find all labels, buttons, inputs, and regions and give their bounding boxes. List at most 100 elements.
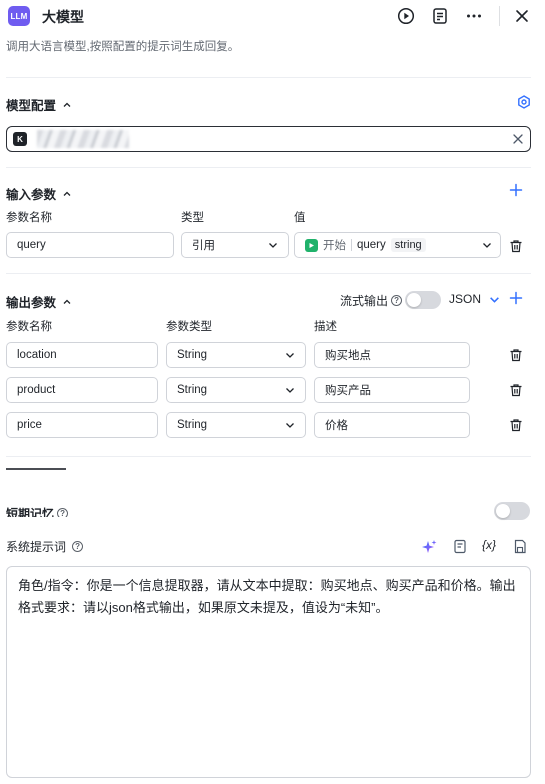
model-config-header[interactable]: 模型配置 — [6, 95, 72, 114]
input-param-value-select[interactable]: 开始 query string — [294, 232, 501, 258]
run-button[interactable] — [395, 5, 417, 27]
chevron-down-icon — [286, 353, 294, 358]
output-params-header[interactable]: 输出参数 — [6, 292, 72, 311]
model-provider-icon: K — [13, 132, 27, 146]
delete-output-param-button[interactable] — [508, 417, 524, 433]
save-prompt-button[interactable] — [513, 539, 529, 555]
output-col-desc: 描述 — [314, 321, 337, 333]
stream-output-label-group: 流式输出 ? — [340, 292, 403, 309]
toggle-knob — [407, 293, 421, 307]
memory-toggle[interactable] — [494, 502, 530, 520]
output-col-type: 参数类型 — [166, 321, 212, 333]
model-settings-button[interactable] — [517, 95, 531, 109]
insert-variable-button[interactable]: {x} — [482, 538, 496, 552]
output-param-desc: 价格 — [325, 420, 348, 432]
input-col-name: 参数名称 — [6, 212, 52, 224]
output-param-name-field[interactable]: location — [6, 342, 158, 368]
add-input-param-button[interactable] — [509, 183, 523, 197]
separator — [351, 239, 352, 251]
output-param-name: product — [17, 384, 56, 396]
prompt-template-icon — [454, 539, 466, 554]
input-param-type-select[interactable]: 引用 — [181, 232, 289, 258]
close-button[interactable] — [511, 5, 533, 27]
input-param-name: query — [17, 239, 46, 251]
stream-output-toggle[interactable] — [405, 291, 441, 309]
output-format: JSON — [449, 292, 482, 306]
node-description: 调用大语言模型,按照配置的提示词生成回复。 — [6, 41, 240, 53]
llm-logo: LLM — [8, 6, 30, 26]
ref-var-name: query — [357, 239, 386, 251]
delete-input-param-button[interactable] — [508, 238, 524, 254]
input-param-type: 引用 — [192, 240, 215, 252]
chevron-down-icon — [286, 388, 294, 393]
chevron-down-icon — [483, 243, 491, 248]
divider — [6, 456, 531, 457]
input-params-title: 输入参数 — [6, 188, 57, 202]
system-prompt-text: 角色/指令：你是一个信息提取器，请从文本中提取：购买地点、购买产品和价格。输出格… — [18, 578, 516, 615]
output-params-title: 输出参数 — [6, 296, 57, 310]
header-divider — [499, 6, 500, 26]
system-prompt-label: 系统提示词 — [6, 540, 67, 554]
ref-node-name: 开始 — [323, 240, 346, 252]
system-prompt-editor[interactable]: 角色/指令：你是一个信息提取器，请从文本中提取：购买地点、购买产品和价格。输出格… — [6, 566, 531, 778]
input-param-name-field[interactable]: query — [6, 232, 174, 258]
plus-icon — [509, 183, 523, 197]
output-param-type: String — [177, 419, 208, 431]
input-col-type: 类型 — [181, 212, 204, 224]
chevron-down-icon — [490, 296, 499, 303]
delete-output-param-button[interactable] — [508, 347, 524, 363]
help-icon[interactable]: ? — [57, 508, 69, 517]
more-button[interactable] — [463, 5, 485, 27]
chevron-down-icon — [286, 423, 294, 428]
chevron-up-icon — [63, 191, 71, 196]
more-icon — [467, 14, 481, 18]
output-param-type: String — [177, 384, 208, 396]
output-param-type: String — [177, 349, 208, 361]
start-node-icon — [305, 238, 318, 252]
sparkle-icon — [422, 540, 437, 553]
input-col-value: 值 — [294, 212, 306, 224]
output-format-select[interactable]: JSON — [449, 292, 500, 306]
output-param-desc: 购买产品 — [325, 385, 371, 397]
help-icon[interactable]: ? — [391, 295, 403, 306]
add-output-param-button[interactable] — [509, 291, 523, 305]
divider — [6, 77, 531, 78]
output-param-type-select[interactable]: String — [166, 377, 306, 403]
delete-output-param-button[interactable] — [508, 382, 524, 398]
divider — [6, 167, 531, 168]
prompt-library-button[interactable] — [453, 539, 469, 555]
trash-icon — [510, 349, 522, 362]
help-icon[interactable]: ? — [72, 541, 84, 552]
output-param-name: price — [17, 419, 42, 431]
output-param-name-field[interactable]: product — [6, 377, 158, 403]
plus-icon — [509, 291, 523, 305]
model-name-redacted — [37, 130, 129, 148]
model-selector[interactable]: K — [6, 126, 531, 152]
output-param-type-select[interactable]: String — [166, 342, 306, 368]
input-params-header[interactable]: 输入参数 — [6, 184, 72, 203]
clear-icon[interactable] — [512, 133, 524, 145]
reference-tag: 开始 query string — [305, 237, 426, 253]
log-button[interactable] — [429, 5, 451, 27]
output-param-desc-field[interactable]: 购买产品 — [314, 377, 470, 403]
output-param-name-field[interactable]: price — [6, 412, 158, 438]
trash-icon — [510, 384, 522, 397]
output-param-desc-field[interactable]: 价格 — [314, 412, 470, 438]
divider — [6, 273, 531, 274]
document-icon — [433, 8, 447, 24]
chevron-down-icon — [269, 243, 277, 248]
variable-icon: {x} — [482, 538, 497, 552]
ref-var-type: string — [390, 238, 426, 252]
close-icon — [516, 10, 528, 22]
trash-icon — [510, 240, 522, 253]
gear-icon — [518, 95, 530, 109]
system-prompt-label-group: 系统提示词 ? — [6, 538, 84, 555]
play-circle-icon — [397, 7, 415, 25]
output-col-name: 参数名称 — [6, 321, 52, 333]
output-param-desc-field[interactable]: 购买地点 — [314, 342, 470, 368]
ai-optimize-button[interactable] — [421, 539, 437, 555]
clipped-section-label — [6, 466, 76, 474]
output-param-type-select[interactable]: String — [166, 412, 306, 438]
node-title: 大模型 — [42, 9, 84, 25]
save-icon — [514, 539, 526, 554]
